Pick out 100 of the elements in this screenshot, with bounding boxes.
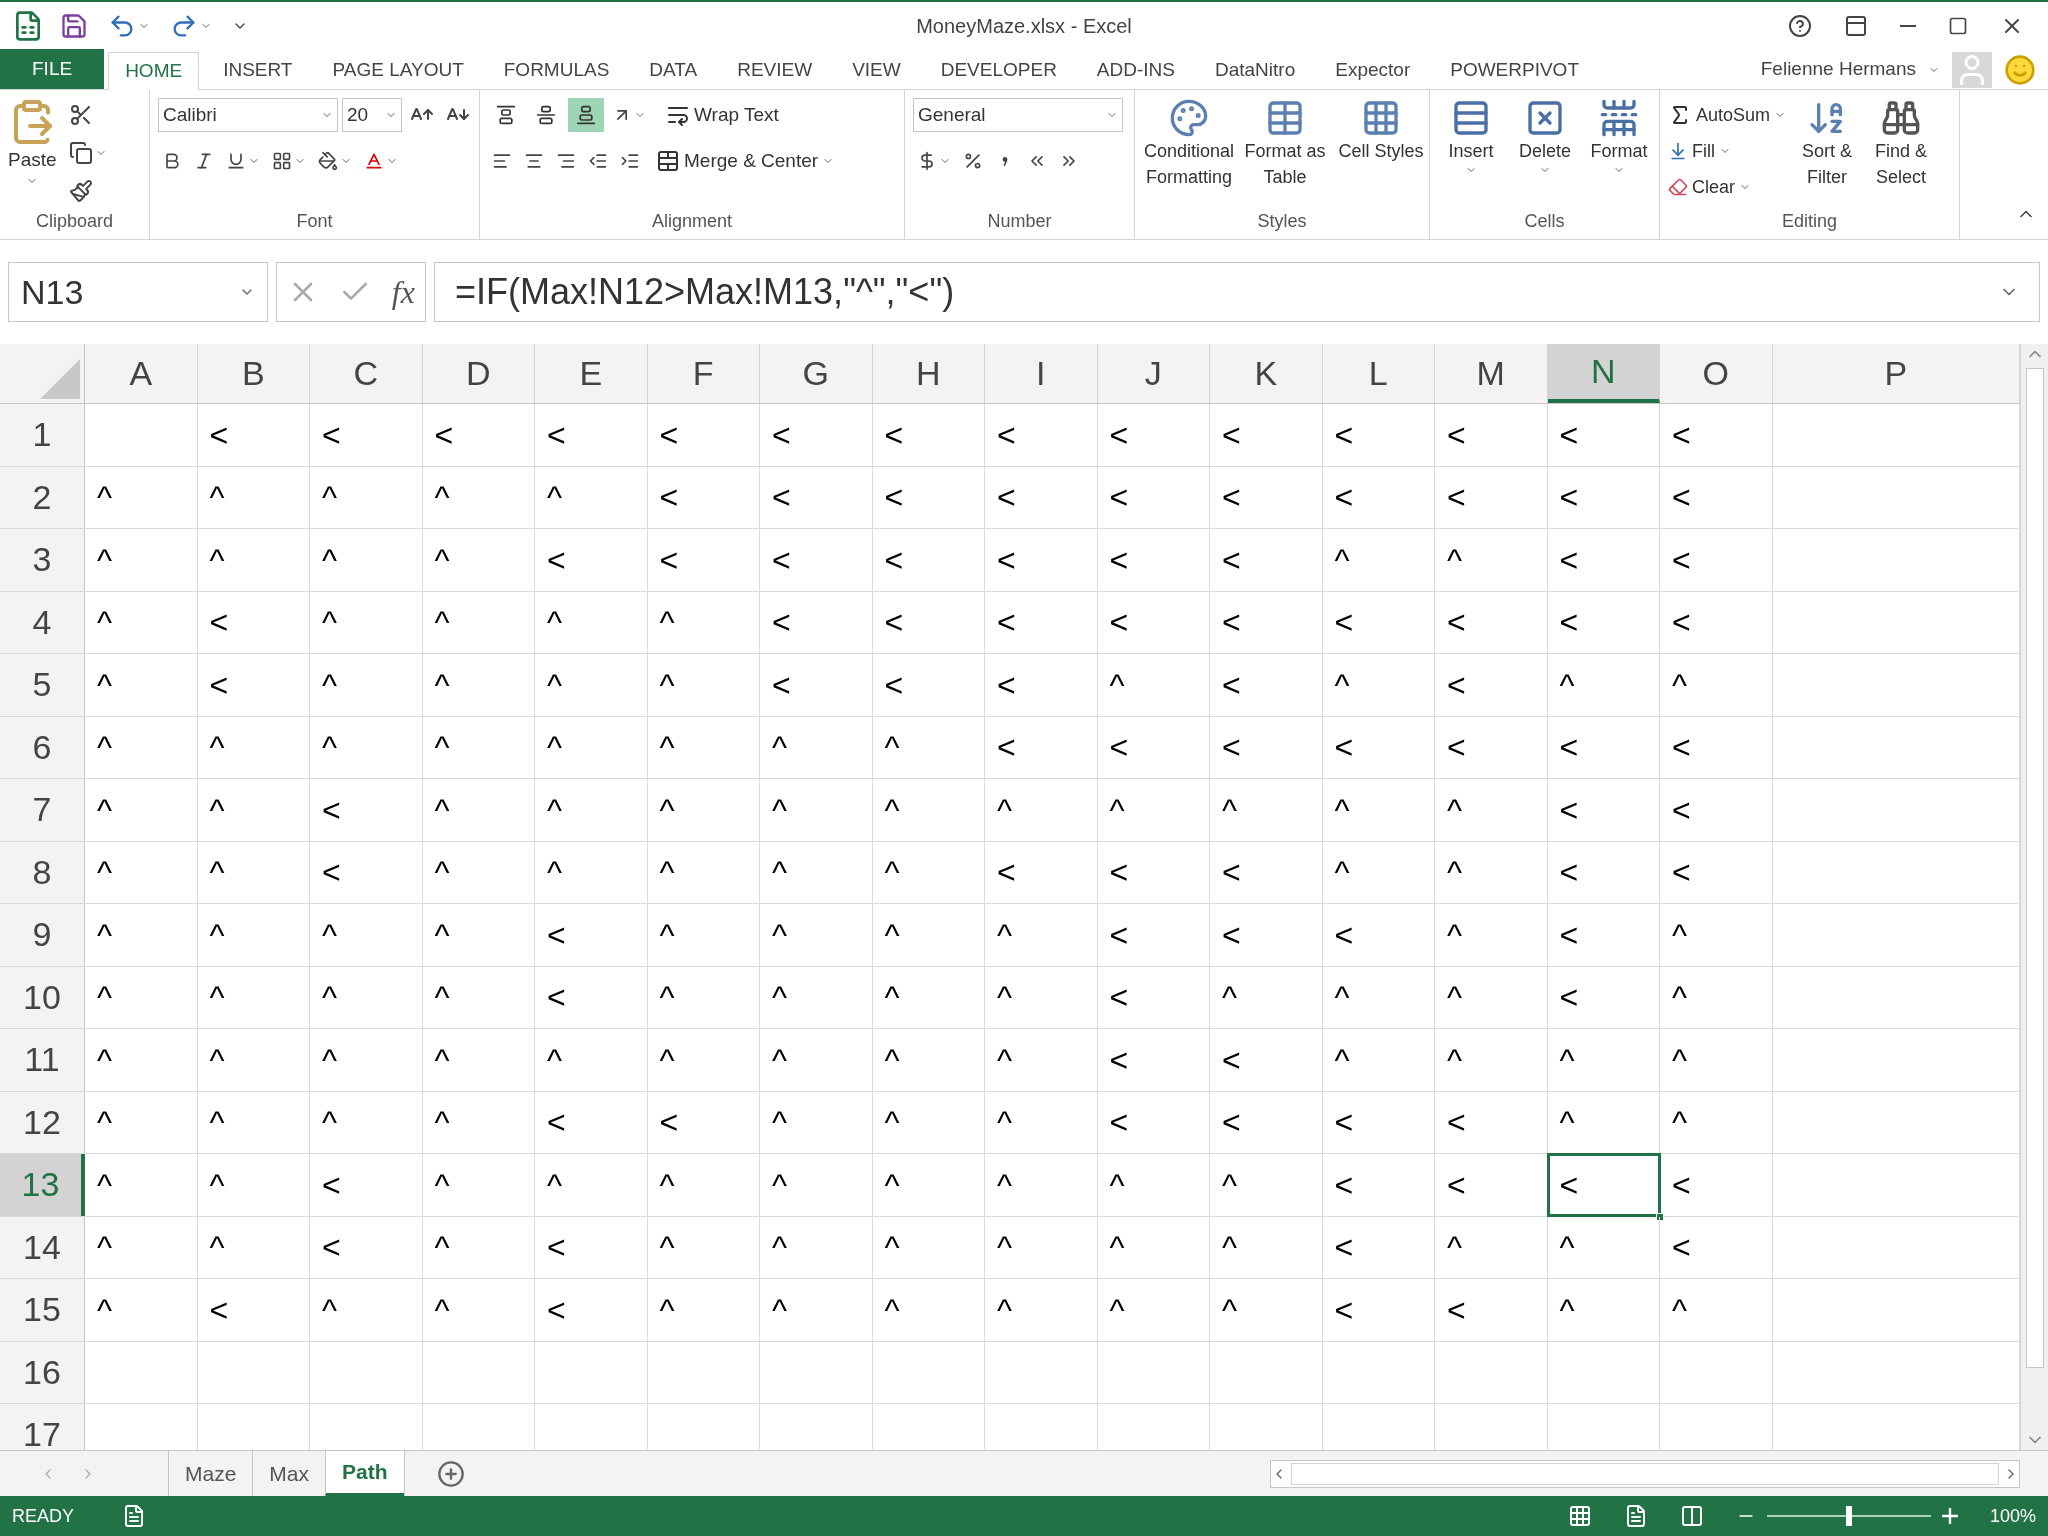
fill-button[interactable]: Fill (1668, 134, 1787, 168)
row-header[interactable]: 10 (0, 966, 85, 1028)
row-header[interactable]: 11 (0, 1029, 85, 1091)
normal-view-icon[interactable] (1567, 1504, 1592, 1528)
autosum-button[interactable]: AutoSum (1668, 98, 1787, 132)
sort-filter-button[interactable]: Sort & Filter (1794, 98, 1861, 204)
ribbon-tab[interactable]: Expector (1319, 51, 1427, 89)
sheet-tab[interactable]: Path (325, 1450, 404, 1497)
column-header[interactable]: E (535, 344, 648, 403)
cell-text: < (772, 415, 791, 455)
font-size-field[interactable]: 20 (342, 98, 402, 132)
row-header[interactable]: 12 (0, 1091, 85, 1153)
column-header[interactable]: O (1660, 344, 1773, 403)
cell-text: ^ (659, 1040, 675, 1080)
styles-button[interactable]: Format as Table (1239, 98, 1331, 190)
cell-text: ^ (322, 978, 337, 1018)
ribbon-tab[interactable]: ADD-INS (1080, 51, 1191, 89)
column-header[interactable]: D (422, 344, 535, 403)
cell-text: < (1559, 790, 1579, 830)
cell-text: ^ (322, 1290, 337, 1330)
column-header[interactable]: N (1547, 344, 1660, 403)
column-header[interactable]: H (872, 344, 985, 403)
column-header[interactable]: A (85, 344, 198, 403)
vertical-scrollbar[interactable] (2020, 344, 2048, 1450)
vertical-align-button[interactable] (568, 98, 604, 132)
cell-text: < (772, 478, 791, 518)
name-box[interactable]: N13 (8, 262, 268, 322)
group-label: Clipboard (35, 210, 113, 233)
column-header[interactable]: F (647, 344, 760, 403)
zoom-level[interactable]: 100% (1989, 1502, 2036, 1530)
paste-button[interactable]: Paste (8, 98, 57, 208)
clear-button[interactable]: Clear (1668, 170, 1787, 204)
column-header[interactable]: M (1435, 344, 1548, 403)
cells-button[interactable]: Insert (1438, 98, 1504, 176)
row-header[interactable]: 7 (0, 779, 85, 841)
ribbon-tab[interactable]: DataNitro (1199, 51, 1312, 89)
number-format-field[interactable]: General (913, 98, 1123, 132)
group-label: Editing (1781, 210, 1837, 233)
row-header[interactable]: 9 (0, 904, 85, 966)
cell-text: ^ (1334, 540, 1350, 580)
column-header[interactable]: I (985, 344, 1098, 403)
row-header[interactable]: 13 (0, 1154, 85, 1216)
cell-text: ^ (659, 665, 675, 705)
column-header[interactable]: K (1210, 344, 1323, 403)
merge-center-button[interactable]: Merge & Center (656, 146, 835, 176)
cells-button[interactable]: Format (1586, 98, 1652, 176)
zoom-in-icon[interactable] (1941, 1508, 1958, 1524)
ribbon-tab[interactable]: POWERPIVOT (1434, 51, 1595, 89)
row-header[interactable]: 15 (0, 1279, 85, 1341)
ribbon-tab[interactable]: REVIEW (721, 51, 829, 89)
row-header[interactable]: 6 (0, 716, 85, 778)
ribbon-tab[interactable]: DATA (633, 51, 714, 89)
horizontal-scrollbar[interactable] (1270, 1459, 2020, 1488)
row-header[interactable]: 16 (0, 1341, 85, 1403)
file-tab[interactable]: FILE (0, 49, 105, 89)
column-header[interactable]: L (1322, 344, 1435, 403)
formula-field[interactable]: =IF(Max!N12>Max!M13,"^","<") (434, 262, 2040, 322)
insert-function-button[interactable]: fx (391, 268, 415, 316)
ribbon-tab[interactable]: INSERT (207, 51, 309, 89)
column-header[interactable]: B (197, 344, 310, 403)
cell-text: ^ (209, 1165, 225, 1205)
column-header[interactable]: J (1097, 344, 1210, 403)
row-header[interactable]: 17 (0, 1404, 85, 1450)
cell-text: ^ (772, 853, 787, 893)
group-label: Number (987, 210, 1052, 233)
cell-text: ^ (1334, 790, 1350, 830)
ribbon-tab[interactable]: DEVELOPER (924, 51, 1073, 89)
styles-button[interactable]: Conditional Formatting (1143, 98, 1235, 190)
cell-text: < (1447, 665, 1466, 705)
styles-button[interactable]: Cell Styles (1335, 98, 1427, 190)
cells-button[interactable]: Delete (1512, 98, 1578, 176)
cell-text: < (1222, 1103, 1241, 1143)
row-header[interactable]: 2 (0, 466, 85, 528)
cell-text: ^ (884, 1103, 900, 1143)
cell-text: ^ (1222, 1290, 1237, 1330)
ribbon-tab[interactable]: VIEW (836, 51, 917, 89)
column-header[interactable]: C (310, 344, 423, 403)
cell-text: ^ (434, 728, 450, 768)
find-select-button[interactable]: Find & Select (1868, 98, 1935, 204)
row-header[interactable]: 3 (0, 529, 85, 591)
wrap-text-button[interactable]: Wrap Text (666, 100, 779, 130)
cell-text: < (1447, 415, 1466, 455)
row-header[interactable]: 8 (0, 841, 85, 903)
cell-text: < (884, 478, 904, 518)
row-header[interactable]: 14 (0, 1216, 85, 1278)
cell-text: < (1559, 978, 1579, 1018)
row-header[interactable]: 4 (0, 591, 85, 653)
cell-text: ^ (97, 665, 112, 705)
column-header[interactable]: G (760, 344, 873, 403)
row-header[interactable]: 1 (0, 404, 85, 466)
ribbon-tab[interactable]: HOME (108, 52, 200, 90)
row-header[interactable]: 5 (0, 654, 85, 716)
ribbon-tab[interactable]: PAGE LAYOUT (316, 51, 480, 89)
cell-text: < (1672, 540, 1691, 580)
font-name-field[interactable]: Calibri (158, 98, 338, 132)
add-sheet-icon[interactable] (436, 1459, 465, 1488)
ribbon-tab[interactable]: FORMULAS (487, 51, 626, 89)
page-break-view-icon[interactable] (1679, 1504, 1704, 1528)
slider-thumb[interactable] (1845, 1506, 1852, 1526)
cell-text: ^ (772, 1290, 787, 1330)
